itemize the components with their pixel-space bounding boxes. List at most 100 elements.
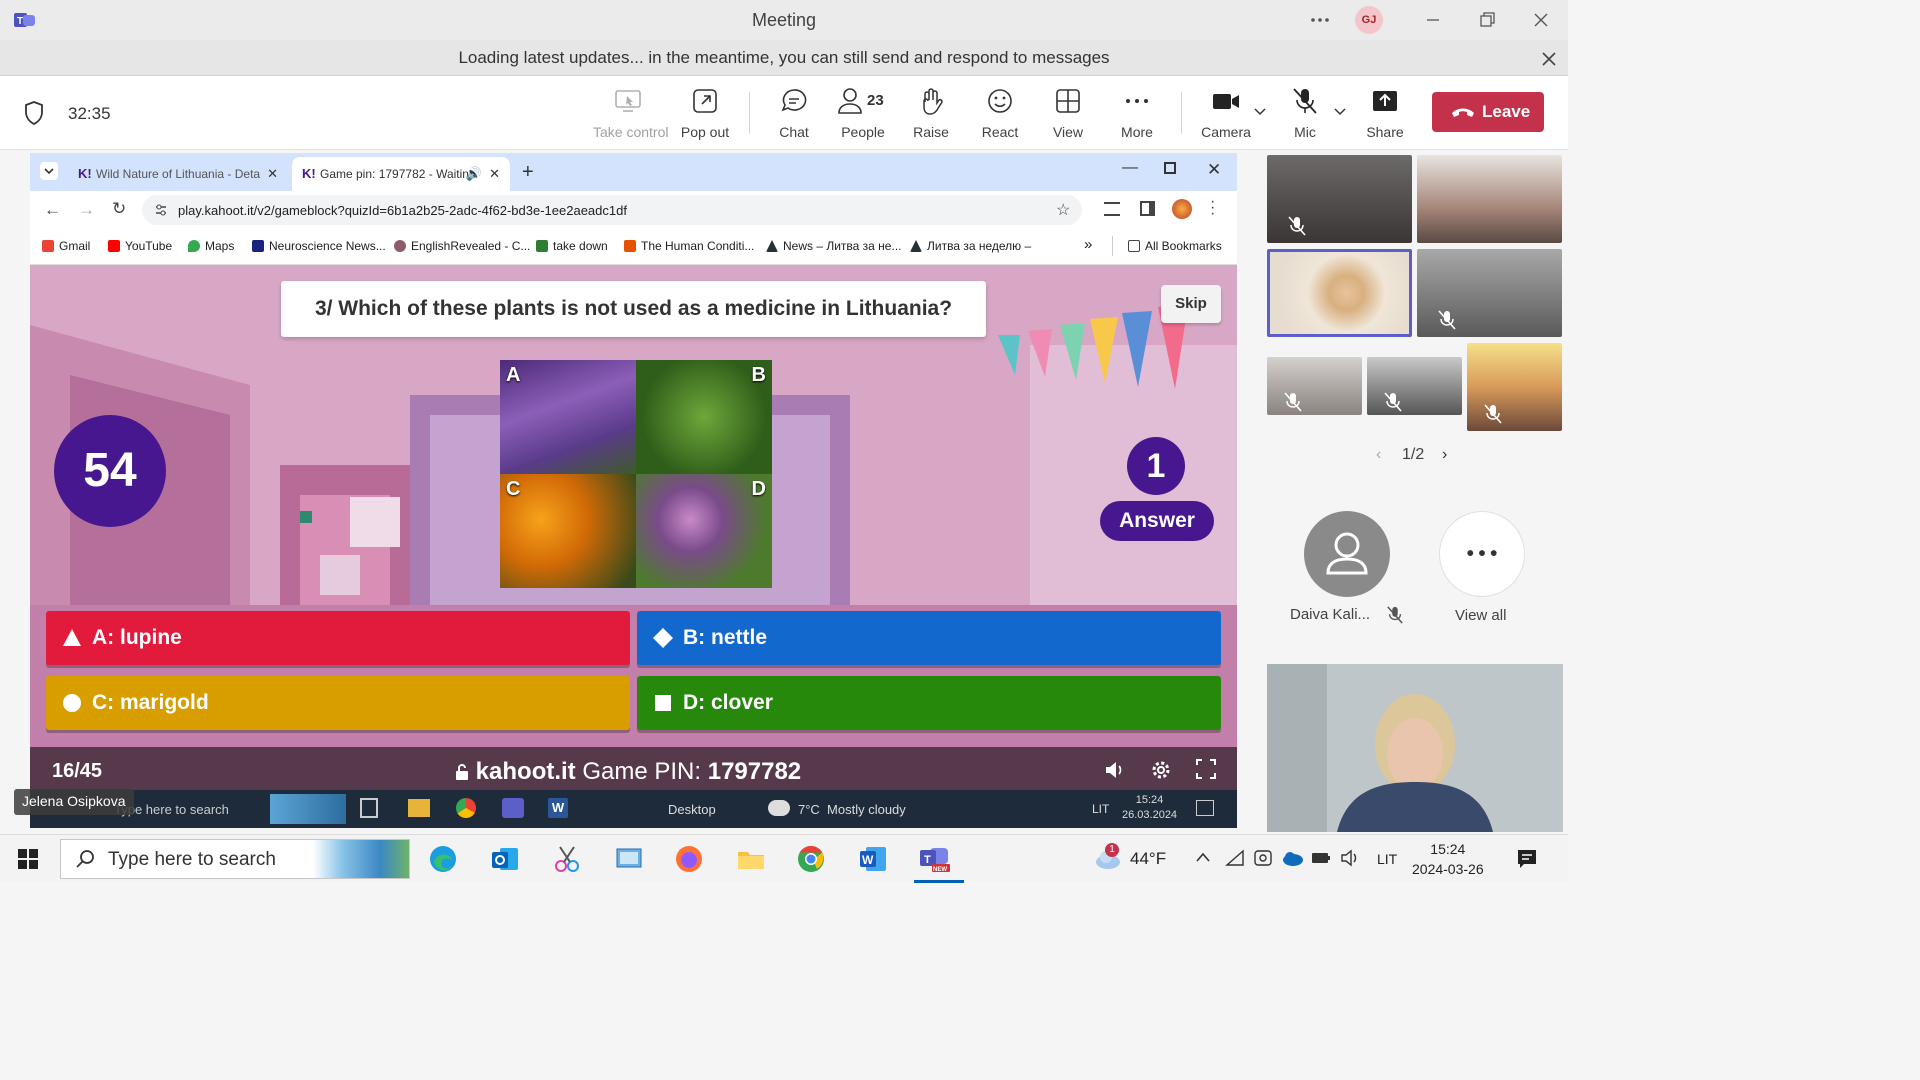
take-control-button[interactable]: Take control [593, 86, 668, 146]
participant-video[interactable] [1417, 155, 1562, 243]
raise-hand-button[interactable]: Raise [896, 86, 966, 146]
previous-page-icon[interactable]: ‹ [1376, 446, 1381, 464]
taskbar-clock[interactable]: 15:24 2024-03-26 [1412, 839, 1484, 879]
mic-chevron-down-icon[interactable] [1332, 106, 1348, 118]
remote-search-art [270, 794, 346, 824]
participant-video[interactable] [1467, 343, 1562, 431]
browser-tab-game-pin[interactable]: K! Game pin: 1797782 - Waitin 🔊 ✕ [292, 157, 510, 191]
self-video[interactable] [1267, 664, 1563, 832]
more-button[interactable]: More [1102, 86, 1172, 146]
speaker-icon[interactable] [1340, 849, 1360, 867]
image-letter: B [751, 364, 766, 386]
tab-audio-icon[interactable]: 🔊 [466, 166, 482, 182]
answer-a-button[interactable]: A: lupine [46, 611, 630, 665]
fullscreen-icon[interactable] [1196, 759, 1216, 779]
pop-out-button[interactable]: Pop out [670, 86, 740, 146]
wifi-icon[interactable] [1225, 849, 1245, 867]
url-field[interactable]: play.kahoot.it/v2/gameblock?quizId=6b1a2… [142, 195, 1082, 225]
remote-chrome-icon[interactable] [456, 798, 476, 818]
participant-video[interactable] [1267, 155, 1412, 243]
more-icon [1122, 86, 1152, 116]
bookmark-litva[interactable]: Литва за неделю – [910, 239, 1031, 253]
bookmark-maps[interactable]: Maps [188, 239, 234, 253]
settings-gear-icon[interactable] [1150, 759, 1172, 781]
snipping-tool-icon[interactable] [552, 844, 584, 874]
file-explorer-icon[interactable] [736, 844, 768, 874]
control-panel-icon[interactable] [614, 844, 646, 874]
forward-arrow-icon[interactable]: → [78, 200, 95, 220]
chat-button[interactable]: Chat [759, 86, 829, 146]
site-info-icon[interactable] [154, 203, 168, 217]
browser-restore-icon[interactable] [1164, 162, 1176, 174]
profile-avatar-icon[interactable] [1172, 199, 1192, 219]
chrome-icon[interactable] [796, 844, 828, 874]
remote-notification-icon[interactable] [1196, 800, 1214, 816]
active-speaker-video[interactable] [1267, 249, 1412, 337]
tray-chevron-up-icon[interactable] [1195, 851, 1211, 863]
firefox-icon[interactable] [674, 844, 706, 874]
bookmark-star-icon[interactable]: ☆ [1056, 200, 1070, 220]
meet-now-icon[interactable] [1253, 849, 1273, 867]
mic-button[interactable]: Mic [1270, 86, 1340, 146]
react-button[interactable]: React [965, 86, 1035, 146]
more-options-icon[interactable] [1308, 8, 1332, 32]
answer-d-button[interactable]: D: clover [637, 676, 1221, 730]
bookmark-human-condition[interactable]: The Human Conditi... [624, 239, 754, 253]
remote-teams-icon[interactable] [502, 798, 524, 818]
remote-task-view-icon[interactable] [360, 798, 378, 818]
windows-start-icon[interactable] [18, 849, 38, 869]
browser-close-icon[interactable]: ✕ [1207, 160, 1221, 180]
leave-button[interactable]: Leave [1432, 92, 1544, 132]
outlook-icon[interactable] [490, 844, 522, 874]
bookmark-youtube[interactable]: YouTube [108, 239, 172, 253]
camera-button[interactable]: Camera [1191, 86, 1261, 146]
remote-word-icon[interactable]: W [548, 798, 568, 818]
browser-menu-icon[interactable]: · · · [1210, 194, 1215, 222]
participant-video[interactable] [1267, 357, 1362, 415]
skip-button[interactable]: Skip [1161, 285, 1221, 323]
battery-icon[interactable] [1310, 849, 1332, 867]
participant-avatar[interactable] [1304, 511, 1390, 597]
volume-icon[interactable] [1104, 759, 1124, 781]
reload-icon[interactable]: ↻ [112, 199, 126, 219]
new-tab-icon[interactable]: + [522, 161, 534, 184]
remote-explorer-icon[interactable] [408, 799, 430, 817]
view-all-button[interactable] [1439, 511, 1525, 597]
people-button[interactable]: 23 People [828, 86, 898, 146]
tab-close-icon[interactable]: ✕ [267, 166, 278, 182]
taskbar-search-field[interactable]: Type here to search [60, 839, 410, 879]
next-page-icon[interactable]: › [1442, 446, 1447, 464]
back-arrow-icon[interactable]: ← [44, 200, 61, 220]
participant-video[interactable] [1417, 249, 1562, 337]
bookmark-take-down[interactable]: take down [536, 239, 608, 253]
bookmark-englishrevealed[interactable]: EnglishRevealed - C... [394, 239, 530, 253]
media-controls-icon[interactable] [1104, 202, 1120, 216]
restore-icon[interactable] [1475, 8, 1499, 32]
camera-chevron-down-icon[interactable] [1252, 106, 1268, 118]
tab-close-icon[interactable]: ✕ [489, 166, 500, 182]
edge-icon[interactable] [428, 844, 460, 874]
share-button[interactable]: Share [1350, 86, 1420, 146]
tab-search-chevron-icon[interactable] [40, 162, 58, 180]
bookmark-news[interactable]: News – Литва за не... [766, 239, 901, 253]
browser-minimize-icon[interactable]: — [1122, 159, 1138, 177]
all-bookmarks[interactable]: All Bookmarks [1128, 239, 1222, 253]
answer-b-button[interactable]: B: nettle [637, 611, 1221, 665]
participant-video[interactable] [1367, 357, 1462, 415]
onedrive-icon[interactable] [1280, 849, 1304, 867]
taskbar-lang[interactable]: LIT [1377, 851, 1397, 867]
teams-taskbar-icon[interactable]: T NEW [918, 844, 952, 874]
view-button[interactable]: View [1033, 86, 1103, 146]
notification-center-icon[interactable] [1516, 848, 1538, 870]
bookmark-neuroscience[interactable]: Neuroscience News... [252, 239, 386, 253]
browser-tab-wild-nature[interactable]: K! Wild Nature of Lithuania - Deta ✕ [68, 157, 288, 191]
close-icon[interactable] [1529, 8, 1553, 32]
banner-close-icon[interactable] [1538, 48, 1560, 70]
profile-avatar[interactable]: GJ [1355, 6, 1383, 34]
minimize-icon[interactable] [1421, 8, 1445, 32]
word-icon[interactable]: W [858, 844, 890, 874]
bookmark-gmail[interactable]: Gmail [42, 239, 90, 253]
side-panel-icon[interactable] [1140, 201, 1155, 216]
more-bookmarks-icon[interactable]: » [1084, 236, 1092, 253]
answer-c-button[interactable]: C: marigold [46, 676, 630, 730]
